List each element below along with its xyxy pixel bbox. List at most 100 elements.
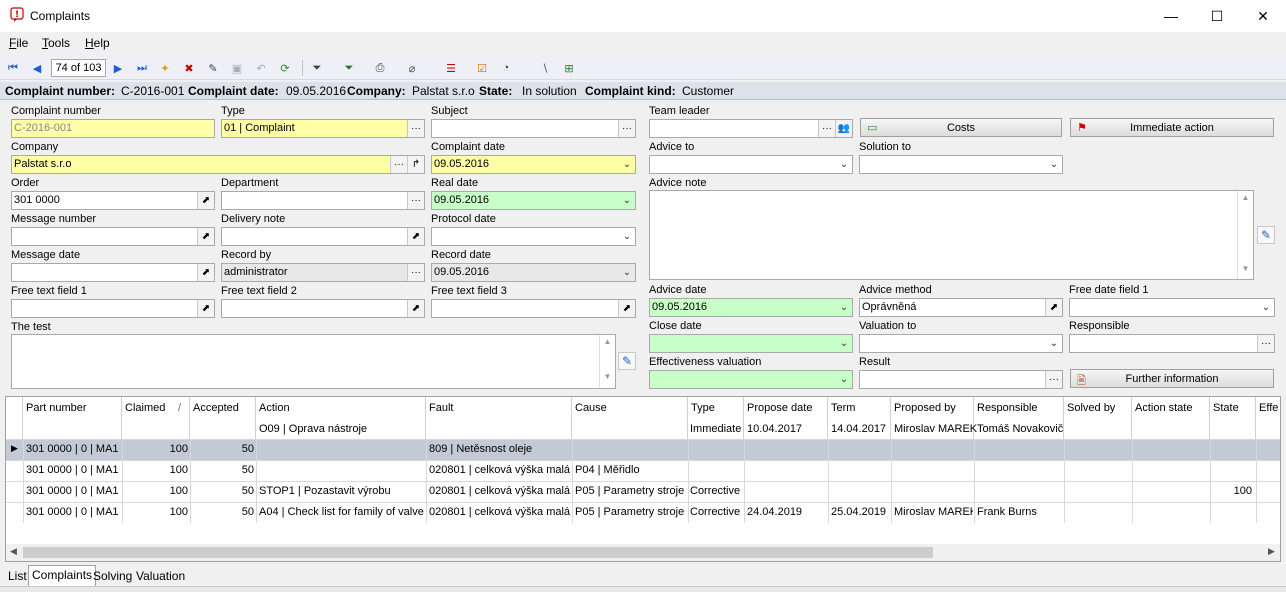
company-browse-button[interactable]: ···	[390, 156, 407, 173]
cell-fault[interactable]: 020801 | celková výška malá	[429, 506, 571, 518]
chevron-down-icon[interactable]: ⌄	[1046, 335, 1062, 352]
the-test-edit-icon[interactable]: ✎	[618, 352, 636, 370]
advice-method-field[interactable]: Oprávněná ⬈	[859, 298, 1063, 317]
minimize-button[interactable]: —	[1148, 0, 1194, 32]
column-header-accepted[interactable]: Accepted	[190, 397, 256, 439]
free-text-field-3-open-link-icon[interactable]: ⬈	[618, 300, 635, 317]
cell-claimed[interactable]: 100	[122, 485, 188, 497]
task-checklist-icon[interactable]: ☑	[474, 60, 490, 76]
type-field[interactable]: 01 | Complaint ···	[221, 119, 425, 138]
scroll-thumb[interactable]	[23, 547, 933, 558]
cell-fault[interactable]: 020801 | celková výška malá	[429, 464, 571, 476]
close-date-field[interactable]: ⌄	[649, 334, 853, 353]
cell-part[interactable]: 301 0000 | 0 | MA1	[26, 464, 122, 476]
column-header-type[interactable]: Type Immediate	[688, 397, 744, 439]
column-header-solved-by[interactable]: Solved by	[1064, 397, 1132, 439]
free-text-field-1-open-link-icon[interactable]: ⬈	[197, 300, 214, 317]
team-leader-field[interactable]: ··· 👥	[649, 119, 853, 138]
first-record-icon[interactable]: ⏮	[5, 60, 21, 76]
team-users-icon[interactable]: 👥	[835, 120, 852, 137]
grid-horizontal-scrollbar[interactable]: ◀ ▶	[6, 544, 1280, 561]
edit-record-icon[interactable]: ✎	[205, 60, 221, 76]
valuation-to-field[interactable]: ⌄	[859, 334, 1063, 353]
delete-record-icon[interactable]: ✖	[181, 60, 197, 76]
free-text-field-3[interactable]: ⬈	[431, 299, 636, 318]
chevron-down-icon[interactable]: ⌄	[619, 228, 635, 245]
cell-propose-date[interactable]: 24.04.2019	[747, 506, 827, 518]
immediate-action-button[interactable]: ⚑ Immediate action	[1070, 118, 1274, 137]
column-header-action-state[interactable]: Action state	[1132, 397, 1210, 439]
chart-icon[interactable]: ◔	[498, 60, 514, 76]
delivery-note-field[interactable]: ⬈	[221, 227, 425, 246]
record-date-field[interactable]: 09.05.2016 ⌄	[431, 263, 636, 282]
table-row[interactable]: 301 0000 | 0 | MA1 100 50 STOP1 | Pozastavi…	[6, 481, 1280, 502]
company-field[interactable]: Palstat s.r.o ··· ↱	[11, 155, 425, 174]
responsible-browse-button[interactable]: ···	[1257, 335, 1274, 352]
scroll-left-icon[interactable]: ◀	[10, 546, 17, 557]
department-browse-button[interactable]: ···	[407, 192, 424, 209]
cell-term[interactable]: 25.04.2019	[831, 506, 890, 518]
subject-field[interactable]: ···	[431, 119, 636, 138]
complaint-date-field[interactable]: 09.05.2016 ⌄	[431, 155, 636, 174]
refresh-icon[interactable]: ⟳	[277, 60, 293, 76]
menu-tools[interactable]: Tools	[42, 36, 70, 50]
cell-accepted[interactable]: 50	[190, 443, 254, 455]
department-field[interactable]: ···	[221, 191, 425, 210]
cell-claimed[interactable]: 100	[122, 506, 188, 518]
free-text-field-2[interactable]: ⬈	[221, 299, 425, 318]
type-browse-button[interactable]: ···	[407, 120, 424, 137]
subject-browse-button[interactable]: ···	[618, 120, 635, 137]
cell-fault[interactable]: 020801 | celková výška malá	[429, 485, 571, 497]
column-header-proposed-by[interactable]: Proposed by Miroslav MAREK	[891, 397, 977, 439]
cell-action[interactable]: STOP1 | Pozastavit výrobu	[259, 485, 425, 497]
delivery-note-open-link-icon[interactable]: ⬈	[407, 228, 424, 245]
column-header-state[interactable]: State	[1210, 397, 1256, 439]
message-date-open-link-icon[interactable]: ⬈	[197, 264, 214, 281]
column-header-propose-date[interactable]: Propose date 10.04.2017	[744, 397, 828, 439]
cell-action[interactable]: A04 | Check list for family of valve	[259, 506, 425, 518]
company-goto-button[interactable]: ↱	[407, 156, 424, 173]
filter-icon[interactable]: ⏷	[309, 60, 325, 76]
the-test-scrollbar[interactable]: ▲ ▼	[599, 335, 615, 388]
record-by-field[interactable]: administrator ···	[221, 263, 425, 282]
advice-to-field[interactable]: ⌄	[649, 155, 853, 174]
cell-accepted[interactable]: 50	[190, 485, 254, 497]
cell-proposed-by[interactable]: Miroslav MAREK	[894, 506, 973, 518]
costs-button[interactable]: ▭ Costs	[860, 118, 1062, 137]
chevron-down-icon[interactable]: ⌄	[619, 156, 635, 173]
chevron-down-icon[interactable]: ⌄	[1046, 156, 1062, 173]
tab-list[interactable]: List	[5, 567, 30, 586]
save-icon[interactable]: ▣	[229, 60, 245, 76]
advice-date-field[interactable]: 09.05.2016 ⌄	[649, 298, 853, 317]
new-record-icon[interactable]: ✦	[157, 60, 173, 76]
next-record-icon[interactable]: ▶	[110, 60, 126, 76]
cell-claimed[interactable]: 100	[122, 443, 188, 455]
advice-note-edit-icon[interactable]: ✎	[1257, 226, 1275, 244]
free-text-field-2-open-link-icon[interactable]: ⬈	[407, 300, 424, 317]
advice-note-scrollbar[interactable]: ▲ ▼	[1237, 191, 1253, 279]
scroll-right-icon[interactable]: ▶	[1268, 546, 1275, 557]
the-test-memo[interactable]: ▲ ▼	[11, 334, 616, 389]
menu-file[interactable]: File	[9, 36, 28, 50]
cell-fault[interactable]: 809 | Netěsnost oleje	[429, 443, 571, 455]
order-open-link-icon[interactable]: ⬈	[197, 192, 214, 209]
responsible-field[interactable]: ···	[1069, 334, 1275, 353]
message-number-field[interactable]: ⬈	[11, 227, 215, 246]
close-button[interactable]: ✕	[1240, 0, 1286, 32]
message-number-open-link-icon[interactable]: ⬈	[197, 228, 214, 245]
table-row[interactable]: ▶ 301 0000 | 0 | MA1 100 50 809 | Netěsnost …	[6, 439, 1280, 460]
formula-icon[interactable]: ∖	[537, 60, 553, 76]
result-field[interactable]: ···	[859, 370, 1063, 389]
cell-accepted[interactable]: 50	[190, 464, 254, 476]
column-header-part-number[interactable]: Part number	[23, 397, 122, 439]
column-header-action[interactable]: Action O09 | Oprava nástroje	[256, 397, 426, 439]
cell-responsible[interactable]: Frank Burns	[977, 506, 1063, 518]
print-icon[interactable]: ⎙	[372, 60, 388, 76]
chevron-down-icon[interactable]: ⌄	[619, 192, 635, 209]
maximize-button[interactable]: ☐	[1194, 0, 1240, 32]
column-header-fault[interactable]: Fault	[426, 397, 572, 439]
table-row[interactable]: 301 0000 | 0 | MA1 100 50 A04 | Check list …	[6, 502, 1280, 523]
workflow-icon[interactable]: ☰	[443, 60, 459, 76]
export-excel-icon[interactable]: ⊞	[561, 60, 577, 76]
chevron-down-icon[interactable]: ⌄	[1258, 299, 1274, 316]
